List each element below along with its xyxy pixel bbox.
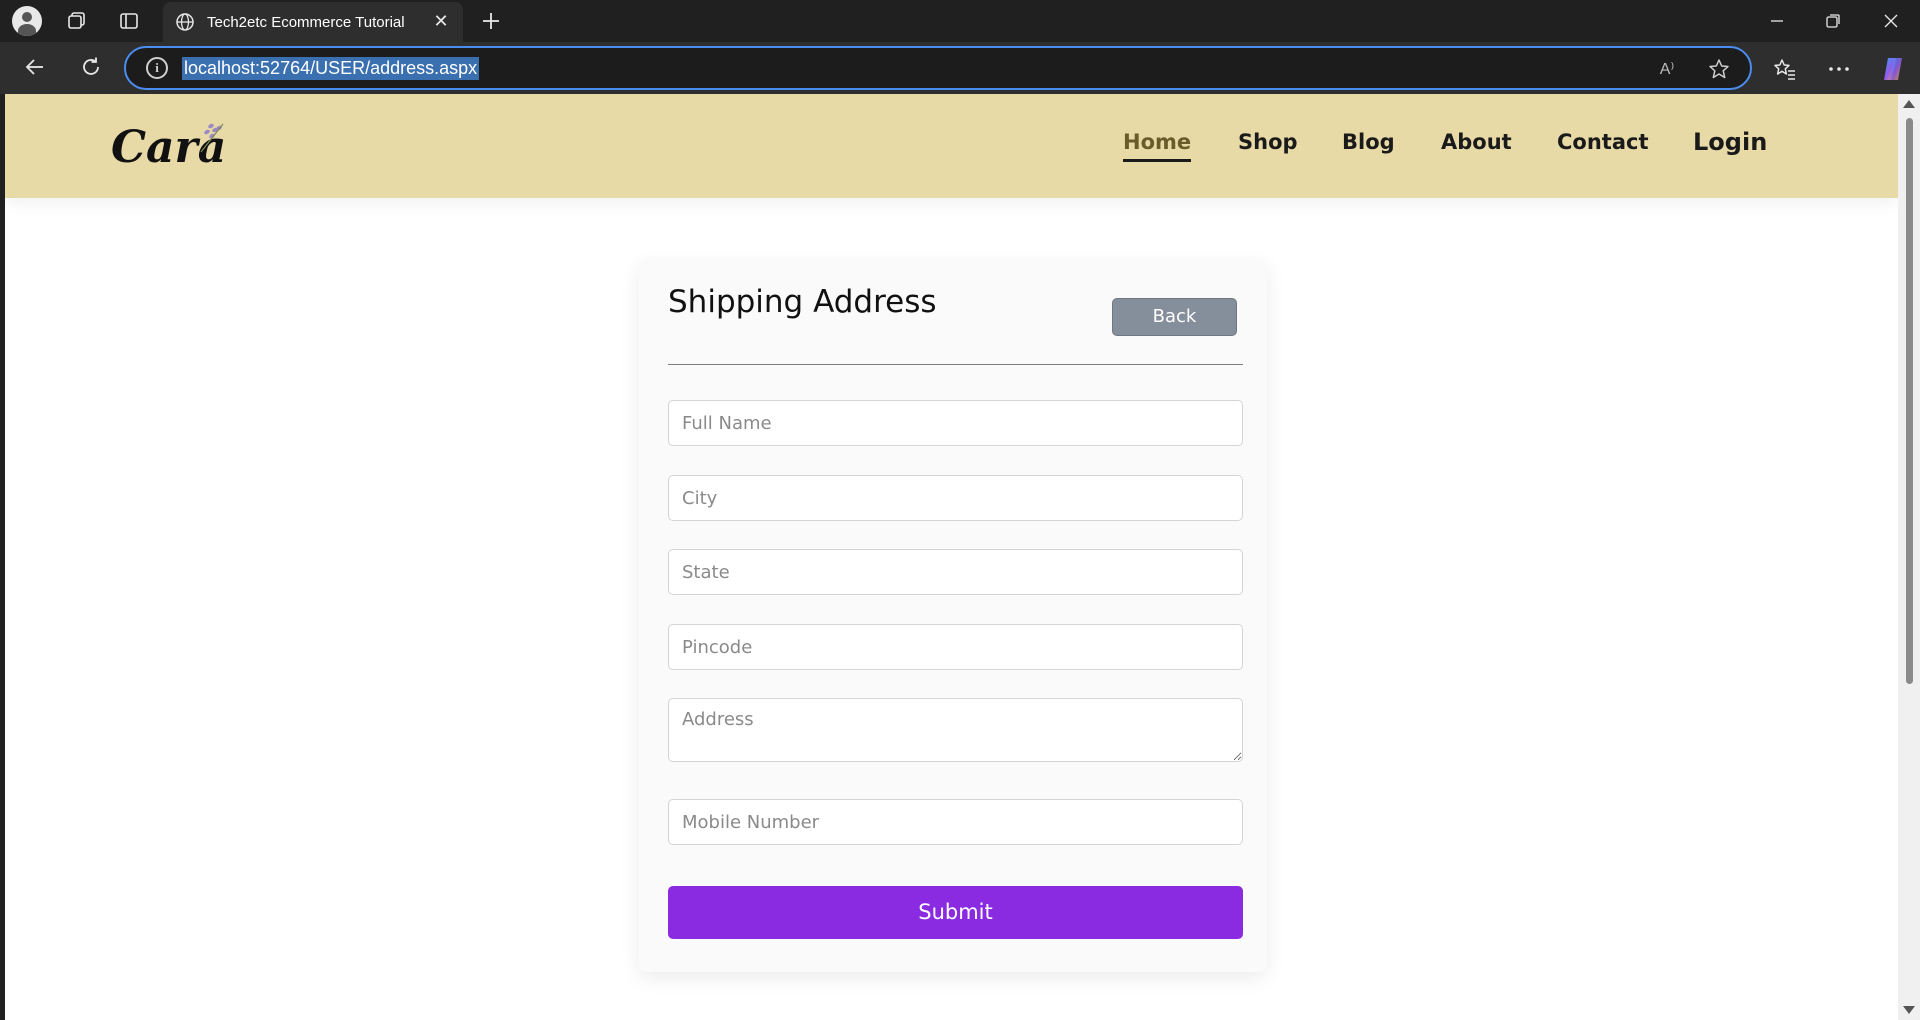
nav-about[interactable]: About — [1441, 130, 1512, 154]
divider — [668, 364, 1243, 365]
browser-tab-active[interactable]: Tech2etc Ecommerce Tutorial ✕ — [163, 2, 463, 42]
page-title: Shipping Address — [668, 284, 937, 320]
read-aloud-button[interactable]: A⁾ — [1652, 54, 1682, 84]
back-nav-button[interactable] — [18, 52, 52, 82]
settings-more-button[interactable] — [1822, 54, 1856, 84]
arrow-left-icon — [25, 59, 43, 75]
address-field[interactable] — [668, 698, 1243, 762]
back-button[interactable]: Back — [1112, 298, 1237, 336]
cara-logo-icon: Cara — [111, 122, 226, 173]
restore-icon — [1826, 14, 1840, 28]
add-favorite-button[interactable] — [1704, 54, 1734, 84]
minimize-icon — [1771, 20, 1783, 22]
profile-avatar-icon — [12, 6, 42, 36]
nav-login[interactable]: Login — [1693, 128, 1767, 156]
tab-title: Tech2etc Ecommerce Tutorial — [207, 13, 405, 31]
copilot-icon — [1884, 58, 1902, 80]
nav-home[interactable]: Home — [1123, 130, 1192, 162]
plus-icon — [483, 13, 499, 29]
full-name-field[interactable] — [668, 400, 1243, 446]
workspaces-button[interactable] — [62, 6, 92, 36]
profile-button[interactable] — [10, 5, 44, 37]
workspaces-icon — [68, 12, 85, 29]
pincode-field[interactable] — [668, 624, 1243, 670]
nav-blog[interactable]: Blog — [1342, 130, 1395, 154]
favorites-icon — [1774, 59, 1795, 80]
close-tab-icon[interactable]: ✕ — [431, 12, 451, 32]
address-url[interactable]: localhost:52764/USER/address.aspx — [182, 56, 480, 80]
site-header: Cara Home Shop Blog About Contact Login — [5, 94, 1898, 198]
restore-button[interactable] — [1818, 6, 1848, 36]
scroll-down-icon[interactable] — [1903, 1006, 1915, 1014]
star-icon — [1709, 59, 1729, 79]
city-field[interactable] — [668, 475, 1243, 521]
more-icon — [1829, 67, 1849, 71]
favorites-button[interactable] — [1768, 54, 1802, 84]
site-info-icon[interactable]: i — [146, 57, 168, 79]
page-viewport: Cara Home Shop Blog About Contact Login … — [5, 94, 1898, 1020]
submit-button[interactable]: Submit — [668, 886, 1243, 939]
vertical-tabs-icon — [120, 13, 138, 29]
copilot-button[interactable] — [1876, 52, 1910, 86]
address-bar[interactable]: i localhost:52764/USER/address.aspx — [124, 46, 1752, 90]
site-logo[interactable]: Cara — [105, 114, 235, 176]
scroll-up-icon[interactable] — [1903, 100, 1915, 108]
mobile-number-field[interactable] — [668, 799, 1243, 845]
close-window-button[interactable] — [1876, 6, 1906, 36]
shipping-address-card: Shipping Address Back Submit — [639, 260, 1267, 972]
nav-shop[interactable]: Shop — [1238, 130, 1298, 154]
globe-icon — [176, 13, 194, 31]
scroll-thumb[interactable] — [1906, 118, 1913, 684]
reload-button[interactable] — [74, 52, 108, 82]
reload-icon — [83, 57, 99, 75]
nav-contact[interactable]: Contact — [1557, 130, 1649, 154]
svg-text:Cara: Cara — [111, 122, 226, 173]
close-icon — [1884, 14, 1898, 28]
new-tab-button[interactable] — [476, 6, 506, 36]
read-aloud-icon: A⁾ — [1659, 61, 1675, 78]
state-field[interactable] — [668, 549, 1243, 595]
vertical-tabs-button[interactable] — [114, 6, 144, 36]
page-scrollbar[interactable] — [1898, 94, 1920, 1020]
minimize-button[interactable] — [1762, 6, 1792, 36]
